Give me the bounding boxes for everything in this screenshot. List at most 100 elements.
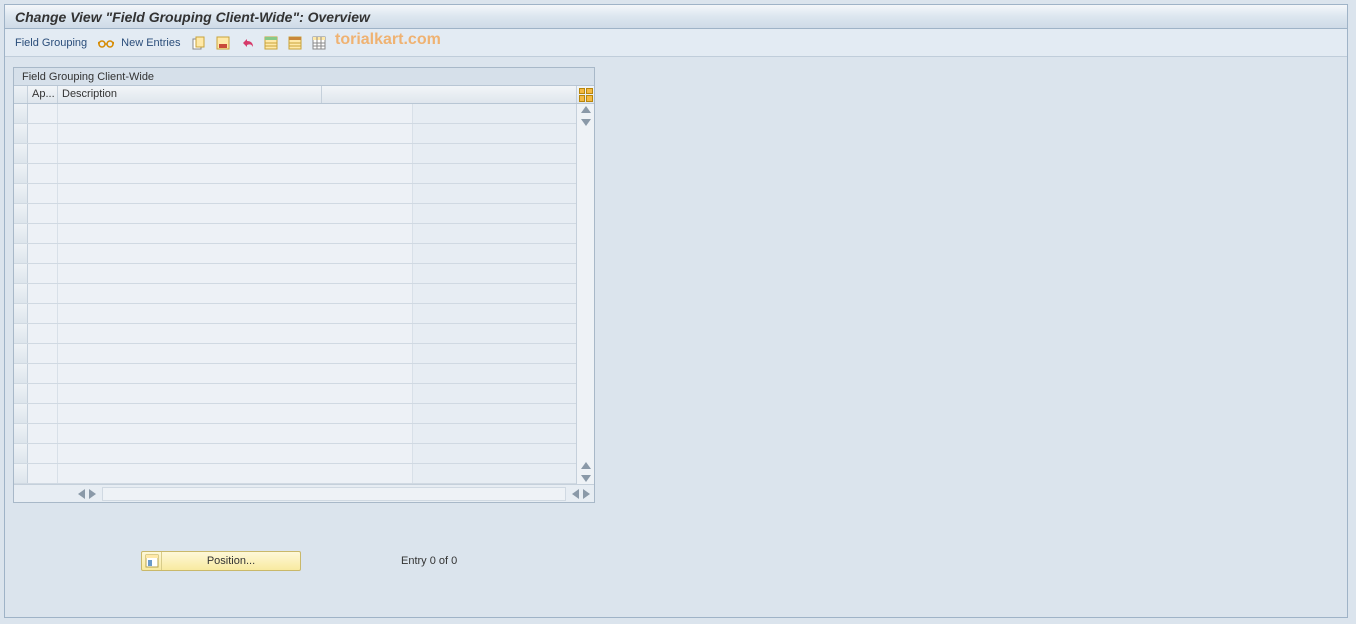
cell-description[interactable] — [58, 324, 413, 343]
cell-description[interactable] — [58, 444, 413, 463]
table-row[interactable] — [14, 424, 576, 444]
cell-description[interactable] — [58, 344, 413, 363]
table-row[interactable] — [14, 284, 576, 304]
cell-ap[interactable] — [28, 424, 58, 443]
cell-ap[interactable] — [28, 144, 58, 163]
select-all-icon[interactable] — [262, 34, 280, 52]
cell-ap[interactable] — [28, 344, 58, 363]
scroll-right-icon[interactable] — [583, 489, 590, 499]
cell-description[interactable] — [58, 384, 413, 403]
table-row[interactable] — [14, 184, 576, 204]
table-settings-icon[interactable] — [310, 34, 328, 52]
row-selector[interactable] — [14, 144, 28, 163]
row-selector[interactable] — [14, 464, 28, 483]
cell-ap[interactable] — [28, 264, 58, 283]
cell-ap[interactable] — [28, 284, 58, 303]
row-selector-header[interactable] — [14, 86, 28, 103]
table-row[interactable] — [14, 324, 576, 344]
cell-ap[interactable] — [28, 124, 58, 143]
row-selector[interactable] — [14, 164, 28, 183]
row-selector[interactable] — [14, 204, 28, 223]
save-variant-icon[interactable] — [214, 34, 232, 52]
cell-description[interactable] — [58, 204, 413, 223]
hscroll-right-arrows[interactable] — [568, 489, 594, 499]
row-selector[interactable] — [14, 304, 28, 323]
cell-ap[interactable] — [28, 104, 58, 123]
table-row[interactable] — [14, 364, 576, 384]
scroll-page-up-icon[interactable] — [581, 462, 591, 469]
table-row[interactable] — [14, 244, 576, 264]
column-header-description[interactable]: Description — [58, 86, 322, 103]
cell-description[interactable] — [58, 184, 413, 203]
scroll-step-right-icon[interactable] — [89, 489, 96, 499]
column-header-ap[interactable]: Ap... — [28, 86, 58, 103]
cell-ap[interactable] — [28, 444, 58, 463]
row-selector[interactable] — [14, 364, 28, 383]
table-row[interactable] — [14, 384, 576, 404]
cell-ap[interactable] — [28, 324, 58, 343]
row-selector[interactable] — [14, 184, 28, 203]
copy-icon[interactable] — [190, 34, 208, 52]
cell-description[interactable] — [58, 264, 413, 283]
row-selector[interactable] — [14, 424, 28, 443]
cell-description[interactable] — [58, 364, 413, 383]
cell-description[interactable] — [58, 464, 413, 483]
table-row[interactable] — [14, 304, 576, 324]
cell-ap[interactable] — [28, 464, 58, 483]
new-entries-button[interactable]: New Entries — [121, 37, 180, 49]
scroll-up-icon[interactable] — [581, 106, 591, 113]
row-selector[interactable] — [14, 104, 28, 123]
glasses-icon[interactable] — [97, 34, 115, 52]
table-row[interactable] — [14, 464, 576, 484]
cell-ap[interactable] — [28, 224, 58, 243]
row-selector[interactable] — [14, 324, 28, 343]
table-row[interactable] — [14, 224, 576, 244]
cell-description[interactable] — [58, 224, 413, 243]
hscroll-track[interactable] — [102, 487, 566, 501]
cell-description[interactable] — [58, 404, 413, 423]
table-row[interactable] — [14, 164, 576, 184]
table-configure-button[interactable] — [576, 86, 594, 103]
vertical-scrollbar[interactable] — [576, 104, 594, 484]
cell-ap[interactable] — [28, 304, 58, 323]
position-button[interactable]: Position... — [141, 551, 301, 571]
cell-description[interactable] — [58, 304, 413, 323]
table-row[interactable] — [14, 404, 576, 424]
table-row[interactable] — [14, 124, 576, 144]
row-selector[interactable] — [14, 404, 28, 423]
cell-description[interactable] — [58, 104, 413, 123]
scroll-left-icon[interactable] — [78, 489, 85, 499]
table-row[interactable] — [14, 144, 576, 164]
hscroll-left-arrows[interactable] — [74, 489, 100, 499]
deselect-all-icon[interactable] — [286, 34, 304, 52]
cell-description[interactable] — [58, 144, 413, 163]
row-selector[interactable] — [14, 224, 28, 243]
table-row[interactable] — [14, 444, 576, 464]
cell-description[interactable] — [58, 124, 413, 143]
row-selector[interactable] — [14, 384, 28, 403]
field-grouping-label[interactable]: Field Grouping — [15, 37, 87, 49]
row-selector[interactable] — [14, 244, 28, 263]
scroll-page-down-icon[interactable] — [581, 475, 591, 482]
cell-ap[interactable] — [28, 164, 58, 183]
table-row[interactable] — [14, 264, 576, 284]
cell-ap[interactable] — [28, 404, 58, 423]
cell-ap[interactable] — [28, 184, 58, 203]
cell-ap[interactable] — [28, 384, 58, 403]
cell-description[interactable] — [58, 244, 413, 263]
row-selector[interactable] — [14, 124, 28, 143]
row-selector[interactable] — [14, 444, 28, 463]
scroll-step-left-icon[interactable] — [572, 489, 579, 499]
cell-description[interactable] — [58, 164, 413, 183]
table-row[interactable] — [14, 204, 576, 224]
table-row[interactable] — [14, 104, 576, 124]
cell-ap[interactable] — [28, 204, 58, 223]
row-selector[interactable] — [14, 264, 28, 283]
row-selector[interactable] — [14, 284, 28, 303]
cell-description[interactable] — [58, 424, 413, 443]
scroll-down-icon[interactable] — [581, 119, 591, 126]
cell-description[interactable] — [58, 284, 413, 303]
undo-icon[interactable] — [238, 34, 256, 52]
cell-ap[interactable] — [28, 364, 58, 383]
table-row[interactable] — [14, 344, 576, 364]
